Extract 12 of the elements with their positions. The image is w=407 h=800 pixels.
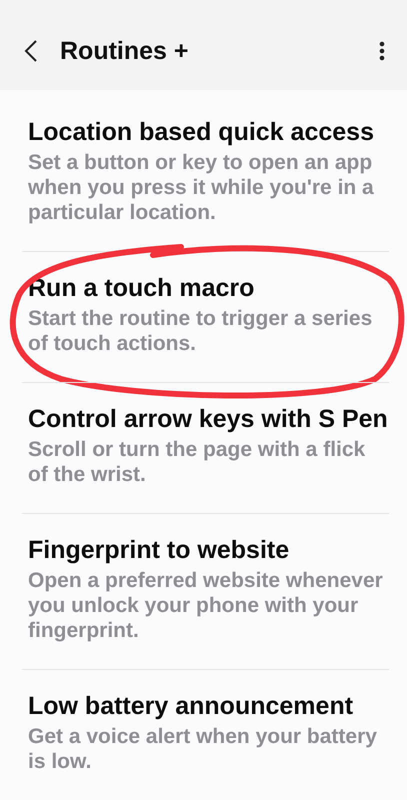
routine-description: Set a button or key to open an app when you press it while you're in a particular location. [28,150,375,225]
routine-description: Open a preferred website whenever you unlock your phone with your fingerprint. [28,568,384,643]
routine-description: Start the routine to trigger a series of touch actions. [28,306,374,356]
routine-title[interactable]: Low battery announcement [28,692,389,720]
routine-description: Get a voice alert when your battery is low. [28,724,378,774]
routine-title[interactable]: Control arrow keys with S Pen [28,405,389,433]
more-options-icon[interactable] [379,41,385,61]
routine-title[interactable]: Location based quick access [28,118,389,146]
routine-title[interactable]: Fingerprint to website [28,536,389,564]
screen-title: Routines + [60,36,190,66]
routine-description: Scroll or turn the page with a flick of the wrist. [28,437,366,487]
back-icon[interactable] [24,39,38,63]
